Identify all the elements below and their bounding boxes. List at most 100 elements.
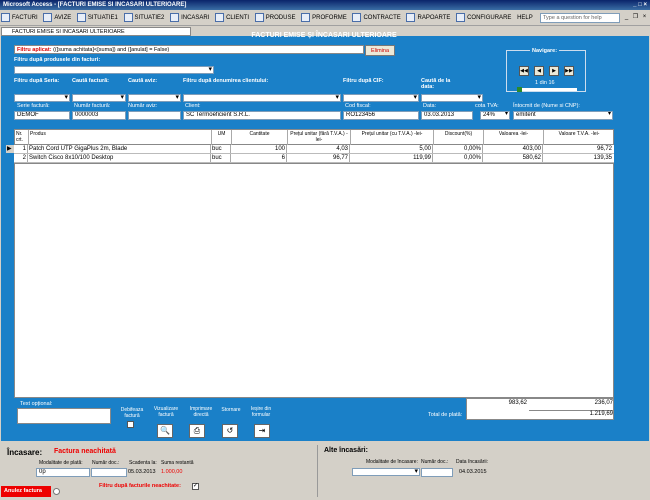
first-record-icon[interactable]: ◀◀: [519, 66, 529, 76]
alte-doc-field[interactable]: [421, 468, 453, 477]
contracte-icon: [352, 12, 362, 22]
situatie2-icon: [123, 12, 133, 22]
next-record-icon[interactable]: ▶: [549, 66, 559, 76]
imprimare-label: Imprimare directă: [189, 406, 213, 418]
intocmit-select[interactable]: emitent ▾: [513, 111, 613, 120]
cell-pret-fara-tva[interactable]: 96,77: [287, 154, 350, 162]
menu-clienti[interactable]: CLIENTI: [214, 10, 252, 26]
data-incasarii-value: 04.03.2015: [459, 469, 487, 475]
product-filter-label: Filtru după produsele din facturi:: [14, 57, 101, 63]
debifeaza-checkbox[interactable]: [127, 421, 134, 428]
doc-restore-icon[interactable]: ❐: [632, 13, 639, 21]
products-table-body[interactable]: [14, 163, 614, 398]
aviz-field[interactable]: [128, 111, 181, 120]
menu-configurare[interactable]: CONFIGURARE: [455, 10, 514, 26]
incasari-icon: [170, 12, 180, 22]
configurare-icon: [456, 12, 466, 22]
window-controls: _ □ ×: [633, 0, 647, 10]
client-filter-select[interactable]: [183, 93, 341, 102]
cell-discount[interactable]: 0,00%: [433, 154, 483, 162]
exit-form-button[interactable]: ⇥: [254, 424, 270, 438]
total-tva: 236,07: [594, 400, 613, 406]
cell-um[interactable]: buc: [211, 154, 231, 162]
cell-pret-fara-tva[interactable]: 4,03: [287, 145, 350, 153]
menu-contracte[interactable]: CONTRACTE: [351, 10, 403, 26]
record-scroll-thumb[interactable]: [517, 87, 522, 92]
col-valoare-tva: Valoare T.V.A. -lei-: [558, 131, 600, 137]
date-search-label: Caută de la data:: [421, 78, 451, 90]
aviz-search-select[interactable]: [128, 93, 181, 102]
menu-rapoarte[interactable]: RAPOARTE: [405, 10, 453, 26]
cif-field[interactable]: RO123456: [343, 111, 419, 120]
remove-filter-button[interactable]: Elimina: [365, 45, 395, 56]
text-optional-field[interactable]: [17, 408, 111, 424]
filter-label: Filtru aplicat:: [17, 47, 52, 53]
cell-cantitate[interactable]: 100: [231, 145, 287, 153]
row-selector-icon[interactable]: ▶: [6, 145, 14, 153]
menu-help[interactable]: HELP: [516, 10, 536, 26]
modalitate-incasare-select[interactable]: [352, 467, 420, 476]
cell-um[interactable]: buc: [211, 145, 231, 153]
table-row[interactable]: ▶ 1 Patch Cord UTP GigaPlus 2m, Blade bu…: [6, 145, 614, 154]
incasare-title: Încasare:: [7, 448, 43, 457]
situatie1-icon: [76, 12, 86, 22]
series-filter-select[interactable]: [14, 93, 70, 102]
data-field[interactable]: 03.03.2013: [421, 111, 473, 120]
product-filter-select[interactable]: [14, 65, 214, 74]
prev-record-icon[interactable]: ◀: [534, 66, 544, 76]
invoice-search-select[interactable]: [72, 93, 126, 102]
date-search-select[interactable]: [421, 93, 483, 102]
menu-avize[interactable]: AVIZE: [42, 10, 74, 26]
storno-button[interactable]: ↺: [222, 424, 238, 438]
preview-invoice-button[interactable]: 🔍: [157, 424, 173, 438]
record-scroll-track[interactable]: [517, 88, 577, 91]
numar-doc-field[interactable]: [91, 468, 127, 477]
menu-situatie2[interactable]: SITUATIE2: [123, 10, 168, 26]
numar-field[interactable]: 0000003: [72, 111, 126, 120]
menu-produse[interactable]: PRODUSE: [254, 10, 299, 26]
suma-restanta-label: Suma restantă: [161, 460, 194, 466]
doc-minimize-icon[interactable]: _: [623, 13, 630, 21]
aviz-label: Număr aviz:: [128, 103, 158, 109]
cell-valoare-tva: 139,35: [593, 155, 612, 161]
scadenta-value: 05.03.2013: [128, 469, 156, 475]
menu-situatie1[interactable]: SITUATIE1: [76, 10, 121, 26]
tva-select[interactable]: 24% ▾: [480, 111, 510, 120]
modalitate-plata-field[interactable]: 0p: [36, 468, 90, 477]
menu-incasari[interactable]: INCASARI: [169, 10, 212, 26]
serie-field[interactable]: DEMOF: [14, 111, 70, 120]
cancel-invoice-button[interactable]: Anulez factura: [1, 486, 51, 497]
menu-facturi[interactable]: FACTURI: [0, 10, 41, 26]
cancel-invoice-radio[interactable]: [53, 488, 60, 495]
doc-close-icon[interactable]: ×: [641, 13, 648, 21]
aviz-search-label: Caută aviz:: [128, 78, 158, 84]
table-row[interactable]: 2 Switch Cisco 8x10/100 Desktop buc 6 96…: [14, 154, 614, 163]
tva-label: cota TVA:: [475, 103, 499, 109]
close-icon[interactable]: ×: [643, 2, 647, 8]
modalitate-plata-label: Modalitate de plată:: [39, 460, 83, 466]
cif-filter-select[interactable]: [343, 93, 419, 102]
modalitate-incasare-label: Modalitate de încasare:: [366, 459, 418, 465]
cell-produs[interactable]: Patch Cord UTP GigaPlus 2m, Blade: [28, 145, 211, 153]
menu-proforme[interactable]: PROFORME: [300, 10, 350, 26]
maximize-icon[interactable]: □: [638, 2, 642, 8]
intocmit-label: Întocmit de (Nume si CNP):: [513, 103, 580, 109]
section-divider: [317, 445, 318, 497]
data-incasarii-label: Data încasării:: [456, 459, 488, 465]
print-button[interactable]: ⎙: [189, 424, 205, 438]
last-record-icon[interactable]: ▶▶: [564, 66, 574, 76]
cell-discount[interactable]: 0,00%: [433, 145, 483, 153]
col-produs: Produs: [29, 130, 212, 145]
unpaid-filter-checkbox[interactable]: ✓: [192, 483, 199, 490]
cell-pret-cu-tva[interactable]: 5,00: [350, 145, 433, 153]
cell-produs[interactable]: Switch Cisco 8x10/100 Desktop: [28, 154, 211, 162]
proforme-icon: [301, 12, 311, 22]
help-search-input[interactable]: Type a question for help: [540, 13, 620, 23]
window-title-bar: Microsoft Access - [FACTURI EMISE SI INC…: [0, 0, 650, 10]
client-field[interactable]: SC Termoeficient S.R.L.: [183, 111, 341, 120]
cell-pret-cu-tva[interactable]: 119,99: [350, 154, 433, 162]
suma-restanta-value: 1.000,00: [161, 469, 183, 475]
cell-cantitate[interactable]: 6: [231, 154, 287, 162]
minimize-icon[interactable]: _: [633, 2, 636, 8]
products-table-header: Nr. crt. Produs UM Cantitate Prețul unit…: [14, 129, 614, 145]
